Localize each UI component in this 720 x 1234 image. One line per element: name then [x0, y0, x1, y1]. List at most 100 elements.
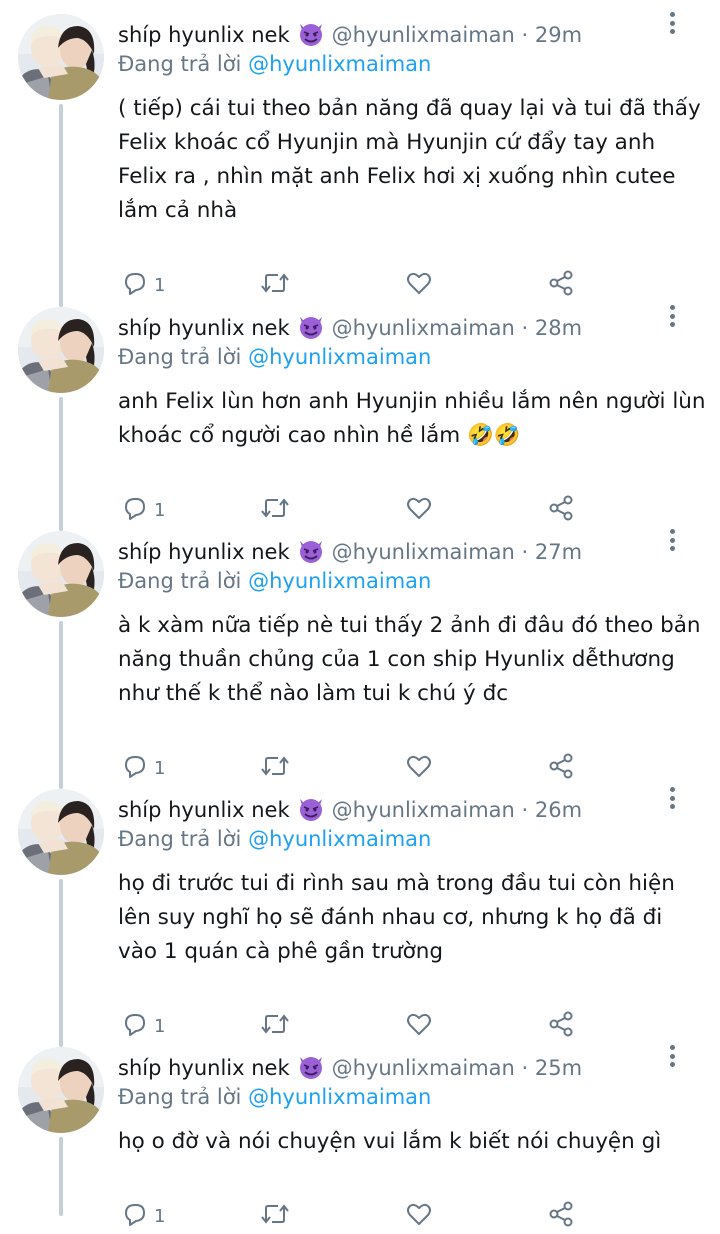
- handle[interactable]: @hyunlixmaiman: [332, 316, 515, 340]
- share-button[interactable]: [546, 751, 576, 785]
- handle[interactable]: @hyunlixmaiman: [332, 1056, 515, 1080]
- tweet-text-line: Felix ra , nhìn mặt anh Felix hơi xị xuố…: [118, 164, 676, 189]
- avatar[interactable]: [18, 1047, 104, 1133]
- share-button[interactable]: [546, 493, 576, 527]
- tweet-actions: 1: [118, 268, 680, 302]
- tweet-header: shíp hyunlix nek @hyunlixmaiman · 26m: [118, 793, 680, 825]
- avatar[interactable]: [18, 14, 104, 100]
- tweet-text: anh Felix lùn hơn anh Hyunjin nhiều lắm …: [118, 385, 706, 453]
- separator: ·: [514, 798, 535, 822]
- reply-button[interactable]: 1: [120, 1199, 165, 1233]
- like-button[interactable]: [404, 751, 434, 785]
- reply-mention-link[interactable]: @hyunlixmaiman: [248, 345, 431, 369]
- more-options-icon[interactable]: [664, 783, 680, 813]
- share-button[interactable]: [546, 1199, 576, 1233]
- display-name[interactable]: shíp hyunlix nek: [118, 540, 290, 564]
- tweet-actions: 1: [118, 493, 680, 527]
- more-options-icon[interactable]: [664, 525, 680, 555]
- tweet-actions: 1: [118, 1199, 680, 1233]
- tweet-header: shíp hyunlix nek @hyunlixmaiman · 28m: [118, 311, 680, 343]
- handle[interactable]: @hyunlixmaiman: [332, 23, 515, 47]
- share-button[interactable]: [546, 268, 576, 302]
- reply-icon: [120, 1009, 150, 1044]
- tweet-text: ( tiếp) cái tui theo bản năng đã quay lạ…: [118, 92, 701, 228]
- tweet-text-line: anh Felix lùn hơn anh Hyunjin nhiều lắm …: [118, 389, 706, 414]
- more-options-icon[interactable]: [664, 301, 680, 331]
- timestamp[interactable]: 27m: [535, 540, 582, 564]
- display-name[interactable]: shíp hyunlix nek: [118, 23, 290, 47]
- avatar[interactable]: [18, 307, 104, 393]
- tweet-text-line: Felix khoác cổ Hyunjin mà Hyunjin cứ đẩy…: [118, 130, 656, 155]
- reply-mention-link[interactable]: @hyunlixmaiman: [248, 52, 431, 76]
- reply-button[interactable]: 1: [120, 751, 165, 785]
- avatar[interactable]: [18, 531, 104, 617]
- more-options-icon[interactable]: [664, 1041, 680, 1071]
- timestamp[interactable]: 26m: [535, 798, 582, 822]
- reply-button[interactable]: 1: [120, 268, 165, 302]
- smiling-face-with-horns-icon: [296, 535, 326, 570]
- retweet-button[interactable]: [258, 268, 292, 302]
- share-icon: [546, 493, 576, 528]
- tweet-text-line: vào 1 quán cà phê gần trường: [118, 939, 444, 964]
- reply-button[interactable]: 1: [120, 493, 165, 527]
- replying-to: Đang trả lời @hyunlixmaiman: [118, 569, 431, 593]
- reply-count: 1: [154, 1015, 166, 1037]
- like-button[interactable]: [404, 493, 434, 527]
- separator: ·: [514, 23, 535, 47]
- thread-connector-line: [59, 879, 63, 1047]
- reply-button[interactable]: 1: [120, 1009, 165, 1043]
- reply-mention-link[interactable]: @hyunlixmaiman: [248, 827, 431, 851]
- heart-icon: [404, 1199, 434, 1234]
- reply-count: 1: [154, 499, 166, 521]
- replying-to-label: Đang trả lời: [118, 827, 242, 851]
- replying-to: Đang trả lời @hyunlixmaiman: [118, 827, 431, 851]
- handle[interactable]: @hyunlixmaiman: [332, 540, 515, 564]
- tweet-text-line: như thế k thể nào làm tui k chú ý đc: [118, 681, 509, 706]
- reply-count: 1: [154, 274, 166, 296]
- thread-connector-line: [59, 621, 63, 789]
- replying-to: Đang trả lời @hyunlixmaiman: [118, 52, 431, 76]
- reply-icon: [120, 1199, 150, 1234]
- like-button[interactable]: [404, 1009, 434, 1043]
- tweet-text: à k xàm nữa tiếp nè tui thấy 2 ảnh đi đâ…: [118, 609, 701, 711]
- retweet-button[interactable]: [258, 1009, 292, 1043]
- timestamp[interactable]: 29m: [535, 23, 582, 47]
- smiling-face-with-horns-icon: [296, 18, 326, 53]
- timestamp[interactable]: 25m: [535, 1056, 582, 1080]
- tweet-actions: 1: [118, 1009, 680, 1043]
- retweet-button[interactable]: [258, 493, 292, 527]
- heart-icon: [404, 1009, 434, 1044]
- tweet-text-line: lắm cả nhà: [118, 198, 238, 223]
- reply-icon: [120, 268, 150, 303]
- like-button[interactable]: [404, 268, 434, 302]
- tweet-header: shíp hyunlix nek @hyunlixmaiman · 27m: [118, 535, 680, 567]
- more-options-icon[interactable]: [664, 8, 680, 38]
- smiling-face-with-horns-icon: [296, 793, 326, 828]
- retweet-button[interactable]: [258, 1199, 292, 1233]
- smiling-face-with-horns-icon: [296, 311, 326, 346]
- replying-to: Đang trả lời @hyunlixmaiman: [118, 345, 431, 369]
- reply-count: 1: [154, 1205, 166, 1227]
- display-name[interactable]: shíp hyunlix nek: [118, 1056, 290, 1080]
- share-button[interactable]: [546, 1009, 576, 1043]
- replying-to-label: Đang trả lời: [118, 569, 242, 593]
- reply-mention-link[interactable]: @hyunlixmaiman: [248, 569, 431, 593]
- replying-to-label: Đang trả lời: [118, 345, 242, 369]
- timestamp[interactable]: 28m: [535, 316, 582, 340]
- separator: ·: [514, 540, 535, 564]
- tweet-text-line: họ đi trước tui đi rình sau mà trong đầu…: [118, 871, 675, 896]
- reply-icon: [120, 493, 150, 528]
- retweet-button[interactable]: [258, 751, 292, 785]
- share-icon: [546, 1009, 576, 1044]
- avatar[interactable]: [18, 789, 104, 875]
- tweet-text: họ o đờ và nói chuyện vui lắm k biết nói…: [118, 1125, 683, 1159]
- display-name[interactable]: shíp hyunlix nek: [118, 798, 290, 822]
- reply-mention-link[interactable]: @hyunlixmaiman: [248, 1085, 431, 1109]
- display-name[interactable]: shíp hyunlix nek: [118, 316, 290, 340]
- tweet-text-line: năng thuần chủng của 1 con ship Hyunlix …: [118, 647, 675, 672]
- tweet-text: họ đi trước tui đi rình sau mà trong đầu…: [118, 867, 683, 969]
- like-button[interactable]: [404, 1199, 434, 1233]
- share-icon: [546, 1199, 576, 1234]
- handle[interactable]: @hyunlixmaiman: [332, 798, 515, 822]
- heart-icon: [404, 268, 434, 303]
